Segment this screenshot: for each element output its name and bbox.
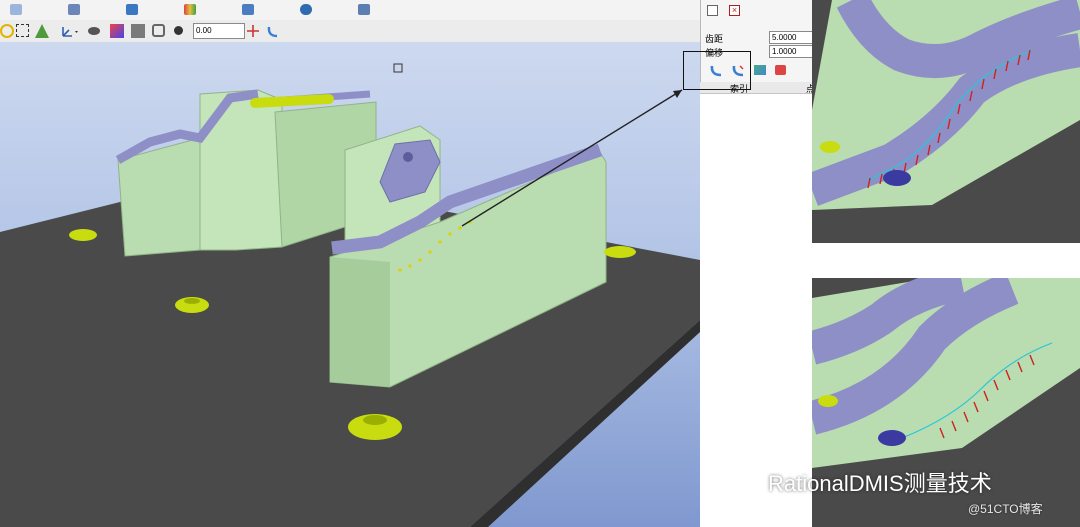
render-icon[interactable] — [110, 24, 124, 38]
shield-icon[interactable] — [242, 4, 254, 15]
probe-view-icon[interactable] — [152, 24, 165, 37]
color-icon[interactable] — [184, 4, 196, 15]
tooth-pitch-label: 齿距 — [705, 34, 724, 44]
check-icon[interactable] — [707, 5, 718, 16]
toolbar: 0.00 — [0, 20, 700, 43]
highlight-box — [683, 51, 751, 90]
pad — [69, 229, 97, 241]
offset-field[interactable]: 1.0000 — [769, 45, 815, 58]
camera-icon[interactable] — [131, 24, 145, 38]
cad-viewport[interactable] — [0, 42, 700, 527]
new-icon[interactable] — [10, 4, 22, 15]
points-grid[interactable]: 索引 点 — [700, 82, 815, 527]
zoom-fit-icon[interactable] — [16, 24, 29, 37]
top-tab-bar — [0, 0, 700, 21]
probe-icon[interactable] — [126, 4, 138, 15]
chart-icon[interactable] — [754, 65, 766, 75]
axis-icon[interactable] — [60, 24, 78, 38]
report-icon[interactable] — [358, 4, 370, 15]
watermark-source: @51CTO博客 — [968, 502, 1043, 516]
watermark-title: RationalDMIS测量技术 — [768, 471, 992, 496]
tooth-pitch-field[interactable]: 5.0000 — [769, 31, 815, 44]
view-icon[interactable] — [35, 24, 49, 38]
eye-icon[interactable] — [88, 27, 100, 35]
crosshair-icon[interactable] — [246, 24, 260, 38]
pointer-icon[interactable] — [174, 26, 183, 35]
link-icon[interactable] — [300, 4, 312, 15]
fixture-model — [0, 63, 700, 527]
delete-icon[interactable] — [775, 65, 786, 75]
detail-view-top — [812, 0, 1080, 243]
table-icon[interactable] — [68, 4, 80, 15]
refresh-icon[interactable] — [0, 24, 14, 38]
wechat-logo-icon — [724, 467, 758, 491]
offset-input[interactable]: 0.00 — [193, 23, 245, 39]
close-icon[interactable]: × — [729, 5, 740, 16]
arc-icon[interactable] — [266, 24, 280, 38]
separator — [812, 243, 1080, 278]
watermark: RationalDMIS测量技术 — [716, 462, 1080, 496]
